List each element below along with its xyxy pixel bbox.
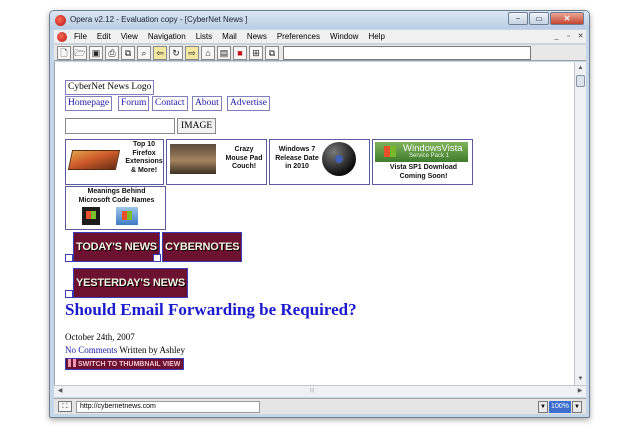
home-icon[interactable]: ⌂ [201, 45, 215, 60]
doc-restore-button[interactable]: ▫ [563, 32, 574, 42]
menu-window[interactable]: Window [325, 32, 363, 41]
tile-windows-icon[interactable]: ⊞ [249, 45, 263, 60]
menu-lists[interactable]: Lists [191, 32, 217, 41]
thumbnail-caption: Meanings Behind Microsoft Code Names [78, 188, 155, 204]
vertical-scrollbar[interactable]: ▲ ▼ [574, 62, 586, 385]
windows-box-image [116, 207, 138, 225]
thumbnail-grid-icon [68, 359, 76, 367]
search-image-button[interactable]: IMAGE [177, 118, 217, 134]
books-image [67, 150, 121, 170]
menu-bar: File Edit View Navigation Lists Mail New… [54, 30, 586, 43]
vista-sp1-banner-image: WindowsVista Service Pack 1 [375, 142, 468, 162]
thumbnail-caption: Vista SP1 Download Coming Soon! [389, 164, 458, 180]
thumbnail-mouse-pad-couch[interactable]: Crazy Mouse Pad Couch! [166, 139, 267, 185]
minimize-button[interactable]: − [508, 12, 528, 25]
doc-minimize-button[interactable]: _ [551, 32, 562, 42]
opera-menu-icon[interactable] [57, 31, 67, 42]
copy-icon[interactable]: ⧉ [121, 45, 135, 60]
browser-window: Opera v2.12 - Evaluation copy - [CyberNe… [49, 10, 590, 418]
menu-news[interactable]: News [242, 32, 272, 41]
todays-news-button[interactable]: Today's News [73, 232, 160, 262]
window-controls: − ▭ ✕ [507, 12, 584, 26]
scroll-up-arrow-icon[interactable]: ▲ [575, 62, 586, 74]
back-arrow-icon[interactable]: ⇦ [153, 45, 167, 60]
yesterdays-news-button[interactable]: Yesterday's News [73, 268, 189, 298]
reload-icon[interactable]: ↻ [169, 45, 183, 60]
switch-view-label: Switch To Thumbnail View [78, 361, 181, 368]
horizontal-scrollbar[interactable]: ◀ ⦙⦙⦙ ▶ [54, 385, 586, 397]
eight-ball-image [322, 142, 356, 176]
toolbar-address-field[interactable] [283, 45, 531, 60]
thumbnail-firefox-extensions[interactable]: Top 10 Firefox Extensions & More! [65, 139, 164, 185]
menu-navigation[interactable]: Navigation [143, 32, 191, 41]
post-author: Written by Ashley [119, 345, 185, 355]
switch-thumbnail-view-button[interactable]: Switch To Thumbnail View [65, 358, 185, 370]
forward-arrow-icon[interactable]: ⇨ [185, 45, 199, 60]
site-logo[interactable]: CyberNet News Logo [65, 80, 155, 95]
images-icon[interactable]: ▤ [217, 45, 231, 60]
vertical-scroll-thumb[interactable] [576, 75, 585, 87]
menu-file[interactable]: File [69, 32, 92, 41]
nav-homepage[interactable]: Homepage [65, 96, 113, 111]
connection-status-icon[interactable]: ⛶ [58, 401, 72, 412]
thumbnail-vista-sp1[interactable]: WindowsVista Service Pack 1 Vista SP1 Do… [372, 139, 473, 185]
maximize-button[interactable]: ▭ [529, 12, 549, 25]
print-icon[interactable]: ⎙ [105, 45, 119, 60]
cascade-windows-icon[interactable]: ⧉ [265, 45, 279, 60]
window-title: Opera v2.12 - Evaluation copy - [CyberNe… [70, 15, 248, 24]
menu-help[interactable]: Help [363, 32, 389, 41]
scroll-left-arrow-icon[interactable]: ◀ [54, 386, 66, 397]
windows-logo-image [82, 207, 100, 225]
nav-contact[interactable]: Contact [152, 96, 188, 111]
post-headline[interactable]: Should Email Forwarding be Required? [65, 300, 357, 320]
thumbnail-windows-7[interactable]: Windows 7 Release Date in 2010 [269, 139, 370, 185]
couch-image [170, 144, 216, 174]
find-icon[interactable]: ⌕ [137, 45, 151, 60]
scroll-down-arrow-icon[interactable]: ▼ [575, 373, 586, 385]
status-url: http://cybernetnews.com [76, 401, 260, 413]
windows-flag-icon [384, 146, 396, 157]
close-button[interactable]: ✕ [550, 12, 584, 25]
thumbnail-microsoft-code-names[interactable]: Meanings Behind Microsoft Code Names [65, 186, 166, 230]
menu-preferences[interactable]: Preferences [272, 32, 325, 41]
zoom-value[interactable]: 100% [549, 401, 571, 413]
broken-image-icon [65, 254, 73, 262]
zoom-dropdown-icon[interactable]: ▼ [572, 401, 582, 413]
broken-image-icon [153, 254, 161, 262]
post-date: October 24th, 2007 [65, 332, 135, 342]
comments-link[interactable]: No Comments [65, 345, 117, 355]
scroll-grip-icon[interactable]: ⦙⦙⦙ [310, 386, 314, 397]
hotlist-icon[interactable]: ■ [233, 45, 247, 60]
broken-image-icon [65, 290, 73, 298]
thumbnail-caption: Top 10 Firefox Extensions & More! [125, 141, 163, 174]
menu-view[interactable]: View [116, 32, 143, 41]
vista-banner-subtitle: Service Pack 1 [409, 153, 450, 159]
nav-advertise[interactable]: Advertise [227, 96, 270, 111]
zoom-dropdown-left-icon[interactable]: ▼ [538, 401, 548, 413]
post-meta: No Comments Written by Ashley [65, 345, 185, 355]
toolbar: 🗋 🗁 ▣ ⎙ ⧉ ⌕ ⇦ ↻ ⇨ ⌂ ▤ ■ ⊞ ⧉ [54, 44, 586, 61]
status-bar: ⛶ http://cybernetnews.com ▼ 100% ▼ [54, 398, 586, 414]
menu-edit[interactable]: Edit [92, 32, 116, 41]
zoom-control: ▼ 100% ▼ [538, 401, 582, 413]
search-input[interactable] [65, 118, 175, 134]
page-viewport[interactable]: CyberNet News Logo Homepage Forum Contac… [54, 62, 574, 385]
scroll-right-arrow-icon[interactable]: ▶ [574, 386, 586, 397]
new-page-icon[interactable]: 🗋 [57, 45, 71, 60]
nav-about[interactable]: About [192, 96, 222, 111]
document-window-controls: _ ▫ ✕ [550, 32, 586, 42]
thumbnail-caption: Windows 7 Release Date in 2010 [275, 146, 319, 170]
thumbnail-caption: Crazy Mouse Pad Couch! [225, 146, 263, 170]
nav-forum[interactable]: Forum [118, 96, 150, 111]
doc-close-button[interactable]: ✕ [575, 32, 586, 42]
opera-logo-icon [55, 15, 66, 26]
save-icon[interactable]: ▣ [89, 45, 103, 60]
title-bar[interactable]: Opera v2.12 - Evaluation copy - [CyberNe… [50, 11, 589, 29]
cybernotes-button[interactable]: Cybernotes [162, 232, 243, 262]
menu-mail[interactable]: Mail [217, 32, 242, 41]
open-icon[interactable]: 🗁 [73, 45, 87, 60]
